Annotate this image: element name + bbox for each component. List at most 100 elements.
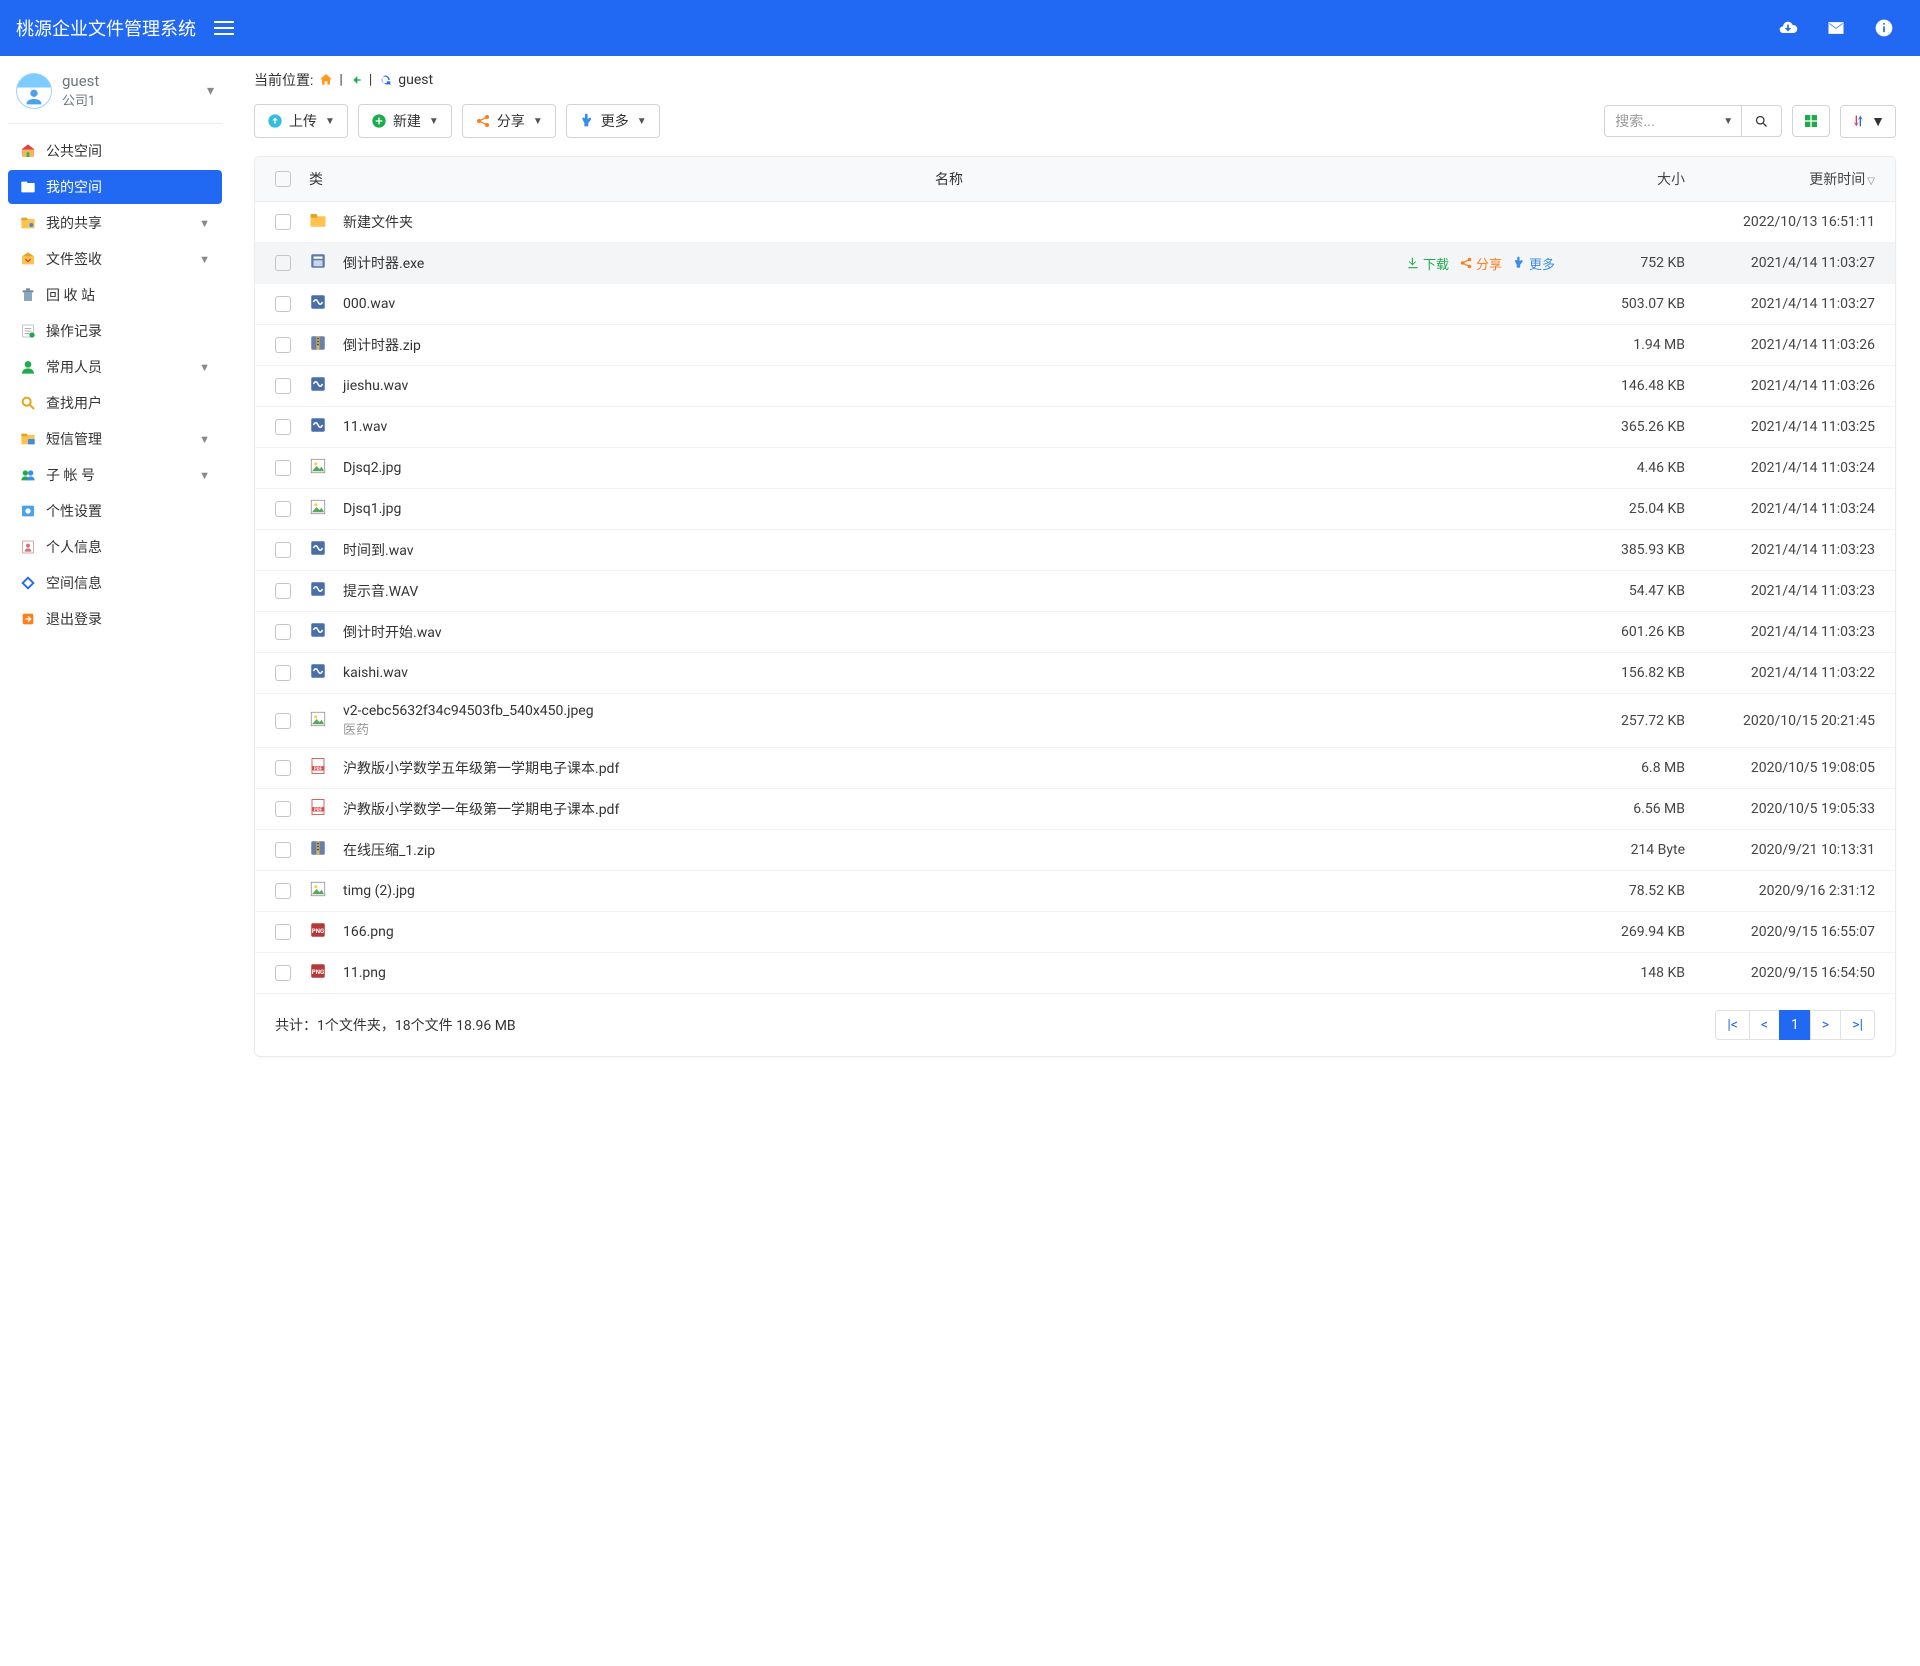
search-input[interactable]: [1605, 106, 1715, 136]
table-row[interactable]: 提示音.WAV54.47 KB2021/4/14 11:03:23: [255, 571, 1895, 612]
sidebar-item-5[interactable]: 操作记录: [8, 314, 222, 348]
table-row[interactable]: 11.wav365.26 KB2021/4/14 11:03:25: [255, 407, 1895, 448]
file-type-icon: [309, 334, 343, 356]
table-row[interactable]: 000.wav503.07 KB2021/4/14 11:03:27: [255, 284, 1895, 325]
share-action[interactable]: 分享: [1459, 254, 1502, 273]
table-row[interactable]: 新建文件夹2022/10/13 16:51:11: [255, 202, 1895, 243]
row-checkbox[interactable]: [275, 378, 291, 394]
table-row[interactable]: PNG166.png269.94 KB2020/9/15 16:55:07: [255, 912, 1895, 953]
home-icon[interactable]: [318, 72, 334, 88]
sidebar-item-10[interactable]: 个性设置: [8, 494, 222, 528]
refresh-icon[interactable]: [377, 72, 393, 88]
table-row[interactable]: kaishi.wav156.82 KB2021/4/14 11:03:22: [255, 653, 1895, 694]
pager-current[interactable]: 1: [1779, 1010, 1811, 1040]
search-options-caret[interactable]: ▼: [1715, 106, 1741, 136]
row-checkbox[interactable]: [275, 419, 291, 435]
back-arrow-icon[interactable]: [348, 72, 364, 88]
row-checkbox[interactable]: [275, 713, 291, 729]
row-checkbox[interactable]: [275, 337, 291, 353]
sidebar-item-label: 空间信息: [46, 573, 210, 593]
row-checkbox[interactable]: [275, 460, 291, 476]
new-button[interactable]: 新建▼: [358, 104, 452, 138]
row-checkbox[interactable]: [275, 665, 291, 681]
file-time: 2020/10/5 19:08:05: [1685, 760, 1875, 776]
sidebar-item-13[interactable]: 退出登录: [8, 602, 222, 636]
row-checkbox[interactable]: [275, 583, 291, 599]
col-name[interactable]: 名称: [343, 169, 1555, 189]
file-size: 54.47 KB: [1555, 583, 1685, 599]
sidebar-item-7[interactable]: 查找用户: [8, 386, 222, 420]
sidebar-item-9[interactable]: 子 帐 号▼: [8, 458, 222, 492]
pager-last[interactable]: >|: [1840, 1010, 1875, 1040]
search-button[interactable]: [1741, 106, 1781, 136]
breadcrumb-path[interactable]: guest: [398, 72, 433, 88]
row-checkbox[interactable]: [275, 842, 291, 858]
row-checkbox[interactable]: [275, 965, 291, 981]
table-row[interactable]: 倒计时开始.wav601.26 KB2021/4/14 11:03:23: [255, 612, 1895, 653]
col-type[interactable]: 类: [309, 169, 343, 189]
table-row[interactable]: Djsq1.jpg25.04 KB2021/4/14 11:03:24: [255, 489, 1895, 530]
file-subtitle: 医药: [343, 719, 594, 738]
table-row[interactable]: PDF沪教版小学数学五年级第一学期电子课本.pdf6.8 MB2020/10/5…: [255, 748, 1895, 789]
pager: |< < 1 > >|: [1716, 1010, 1875, 1040]
view-grid-button[interactable]: [1792, 105, 1830, 137]
row-checkbox[interactable]: [275, 255, 291, 271]
file-time: 2021/4/14 11:03:24: [1685, 460, 1875, 476]
table-row[interactable]: 倒计时器.zip1.94 MB2021/4/14 11:03:26: [255, 325, 1895, 366]
table-row[interactable]: PNG11.png148 KB2020/9/15 16:54:50: [255, 953, 1895, 994]
row-checkbox[interactable]: [275, 501, 291, 517]
sidebar-item-6[interactable]: 常用人员▼: [8, 350, 222, 384]
file-size: 503.07 KB: [1555, 296, 1685, 312]
pager-prev[interactable]: <: [1749, 1010, 1780, 1040]
row-checkbox[interactable]: [275, 924, 291, 940]
sidebar-item-12[interactable]: 空间信息: [8, 566, 222, 600]
user-company: 公司1: [62, 90, 99, 109]
table-row[interactable]: v2-cebc5632f34c94503fb_540x450.jpeg医药257…: [255, 694, 1895, 748]
svg-text:PDF: PDF: [314, 807, 323, 813]
user-block[interactable]: guest 公司1 ▾: [8, 66, 222, 124]
sidebar-item-4[interactable]: 回 收 站: [8, 278, 222, 312]
table-row[interactable]: timg (2).jpg78.52 KB2020/9/16 2:31:12: [255, 871, 1895, 912]
file-type-icon: [309, 662, 343, 684]
file-size: 269.94 KB: [1555, 924, 1685, 940]
table-row[interactable]: PDF沪教版小学数学一年级第一学期电子课本.pdf6.56 MB2020/10/…: [255, 789, 1895, 830]
col-size[interactable]: 大小: [1555, 169, 1685, 189]
sidebar-item-3[interactable]: 文件签收▼: [8, 242, 222, 276]
pager-first[interactable]: |<: [1715, 1010, 1750, 1040]
file-size: 1.94 MB: [1555, 337, 1685, 353]
table-row[interactable]: 时间到.wav385.93 KB2021/4/14 11:03:23: [255, 530, 1895, 571]
sidebar-item-0[interactable]: 公共空间: [8, 134, 222, 168]
table-row[interactable]: 在线压缩_1.zip214 Byte2020/9/21 10:13:31: [255, 830, 1895, 871]
download-action[interactable]: 下载: [1406, 254, 1449, 273]
more-button[interactable]: 更多▼: [566, 104, 660, 138]
more-action[interactable]: 更多: [1512, 254, 1555, 273]
sidebar-item-11[interactable]: 个人信息: [8, 530, 222, 564]
sidebar-item-8[interactable]: 短信管理▼: [8, 422, 222, 456]
upload-button[interactable]: 上传▼: [254, 104, 348, 138]
row-checkbox[interactable]: [275, 624, 291, 640]
avatar-icon: [16, 73, 52, 109]
mail-icon[interactable]: [1826, 18, 1846, 38]
file-size: 148 KB: [1555, 965, 1685, 981]
cloud-download-icon[interactable]: [1778, 18, 1798, 38]
row-checkbox[interactable]: [275, 801, 291, 817]
table-row[interactable]: 倒计时器.exe下载分享更多752 KB2021/4/14 11:03:27: [255, 243, 1895, 284]
sort-button[interactable]: ▼: [1840, 105, 1896, 138]
sidebar-item-2[interactable]: 我的共享▼: [8, 206, 222, 240]
row-checkbox[interactable]: [275, 883, 291, 899]
col-time[interactable]: 更新时间▽: [1685, 169, 1875, 189]
info-icon[interactable]: [1874, 18, 1894, 38]
sidebar-item-1[interactable]: 我的空间: [8, 170, 222, 204]
row-checkbox[interactable]: [275, 214, 291, 230]
file-size: 365.26 KB: [1555, 419, 1685, 435]
share-button[interactable]: 分享▼: [462, 104, 556, 138]
row-checkbox[interactable]: [275, 296, 291, 312]
pager-next[interactable]: >: [1810, 1010, 1841, 1040]
table-row[interactable]: jieshu.wav146.48 KB2021/4/14 11:03:26: [255, 366, 1895, 407]
file-time: 2021/4/14 11:03:23: [1685, 583, 1875, 599]
hamburger-icon[interactable]: [214, 21, 234, 35]
table-row[interactable]: Djsq2.jpg4.46 KB2021/4/14 11:03:24: [255, 448, 1895, 489]
select-all-checkbox[interactable]: [275, 171, 291, 187]
row-checkbox[interactable]: [275, 760, 291, 776]
row-checkbox[interactable]: [275, 542, 291, 558]
